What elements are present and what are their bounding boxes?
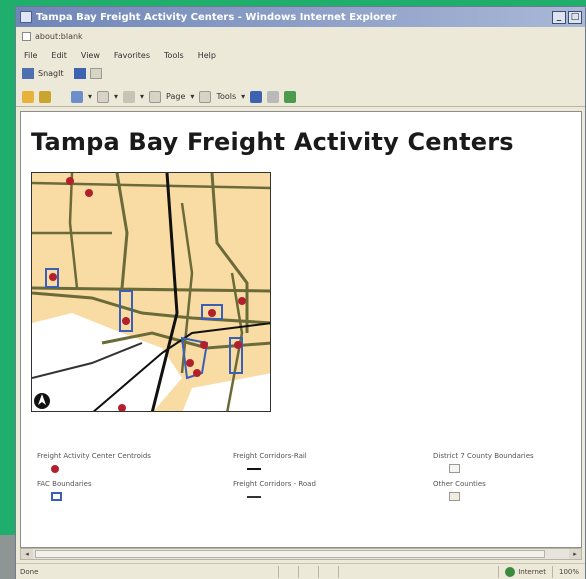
centroid-point[interactable]: [200, 341, 208, 349]
zone-label: Internet: [518, 567, 546, 576]
zoom-control[interactable]: 100%: [551, 565, 585, 578]
centroid-point[interactable]: [186, 359, 194, 367]
chevron-down-icon[interactable]: ▾: [241, 92, 245, 101]
window-controls: _ □: [552, 10, 585, 24]
address-bar[interactable]: about:blank: [16, 29, 585, 43]
research-icon[interactable]: [250, 90, 263, 103]
chevron-down-icon[interactable]: ▾: [88, 92, 92, 101]
menu-help[interactable]: Help: [198, 51, 216, 60]
legend-district7-label: District 7 County Boundaries: [433, 452, 534, 460]
security-zone[interactable]: Internet: [498, 565, 552, 578]
centroid-point[interactable]: [118, 404, 126, 412]
snagit-icon[interactable]: [22, 67, 34, 79]
address-text[interactable]: about:blank: [35, 32, 83, 41]
centroid-point[interactable]: [193, 369, 201, 377]
other-counties-legend-icon: [449, 492, 460, 501]
links-bar: SnagIt: [16, 65, 585, 81]
scroll-left-icon[interactable]: ◂: [21, 549, 33, 559]
favorites-star-icon[interactable]: [22, 90, 34, 103]
bay-water-east: [182, 373, 270, 411]
globe-icon: [505, 566, 516, 577]
status-bar: Done Internet 100%: [16, 563, 585, 579]
window-icon[interactable]: [89, 67, 102, 79]
county-boundary: [115, 173, 129, 289]
centroid-point[interactable]: [208, 309, 216, 317]
county-boundary: [68, 173, 79, 289]
district7-legend-icon: [449, 464, 460, 473]
menu-file[interactable]: File: [24, 51, 37, 60]
capture-icon[interactable]: [73, 67, 86, 79]
page-menu-icon[interactable]: [149, 90, 162, 103]
background-shadow: [0, 535, 15, 579]
centroid-point[interactable]: [234, 341, 242, 349]
status-cell: [338, 565, 358, 578]
command-bar: ▾ ▾ ▾ Page ▾ Tools ▾: [16, 87, 585, 107]
centroid-point[interactable]: [49, 273, 57, 281]
freight-map[interactable]: [31, 172, 271, 412]
scroll-right-icon[interactable]: ▸: [569, 549, 581, 559]
centroid-point[interactable]: [122, 317, 130, 325]
status-cell: [298, 565, 318, 578]
legend-road-label: Freight Corridors - Road: [233, 480, 316, 488]
bay-water: [32, 313, 182, 411]
minimize-icon[interactable]: _: [552, 10, 566, 24]
fac-legend-icon: [51, 492, 62, 501]
add-favorites-icon[interactable]: [39, 90, 51, 103]
legend-fac-label: FAC Boundaries: [37, 480, 92, 488]
maximize-icon[interactable]: □: [568, 10, 582, 24]
page-content: Tampa Bay Freight Activity Centers Freig…: [20, 111, 582, 548]
chevron-down-icon[interactable]: ▾: [190, 92, 194, 101]
centroid-point[interactable]: [66, 177, 74, 185]
scroll-thumb[interactable]: [35, 550, 545, 558]
map-graphic: [32, 173, 270, 412]
feeds-icon[interactable]: [123, 90, 136, 103]
centroid-point[interactable]: [85, 189, 93, 197]
help-icon[interactable]: [284, 90, 297, 103]
browser-window: Tampa Bay Freight Activity Centers - Win…: [15, 6, 586, 579]
page-icon: [22, 31, 31, 41]
menu-favorites[interactable]: Favorites: [114, 51, 150, 60]
menu-tools[interactable]: Tools: [164, 51, 184, 60]
road-legend-icon: [247, 496, 261, 498]
rail-legend-icon: [247, 468, 261, 470]
tabs-icon[interactable]: [71, 90, 83, 103]
zoom-label: 100%: [558, 567, 579, 576]
status-text: Done: [20, 567, 39, 576]
tools-menu-icon[interactable]: [199, 90, 212, 103]
print-icon[interactable]: [267, 90, 280, 103]
legend-other-label: Other Counties: [433, 480, 486, 488]
chevron-down-icon[interactable]: ▾: [140, 92, 144, 101]
status-cell: [318, 565, 338, 578]
home-icon[interactable]: [97, 90, 110, 103]
status-cell: [278, 565, 298, 578]
county-boundary: [210, 173, 249, 333]
window-title: Tampa Bay Freight Activity Centers - Win…: [36, 11, 397, 23]
legend-rail-label: Freight Corridors-Rail: [233, 452, 307, 460]
page-menu-label[interactable]: Page: [166, 92, 185, 101]
centroid-legend-icon: [51, 465, 59, 473]
chevron-down-icon[interactable]: ▾: [114, 92, 118, 101]
page-title: Tampa Bay Freight Activity Centers: [31, 128, 514, 156]
tools-menu-label[interactable]: Tools: [216, 92, 236, 101]
horizontal-scrollbar[interactable]: ◂ ▸: [20, 548, 582, 560]
ie-icon: [20, 11, 32, 23]
menu-view[interactable]: View: [81, 51, 100, 60]
menu-edit[interactable]: Edit: [51, 51, 67, 60]
snagit-link[interactable]: SnagIt: [38, 69, 64, 78]
title-bar[interactable]: Tampa Bay Freight Activity Centers - Win…: [16, 7, 585, 27]
centroid-point[interactable]: [238, 297, 246, 305]
menu-bar: File Edit View Favorites Tools Help: [16, 47, 585, 63]
legend-centroids-label: Freight Activity Center Centroids: [37, 452, 151, 460]
